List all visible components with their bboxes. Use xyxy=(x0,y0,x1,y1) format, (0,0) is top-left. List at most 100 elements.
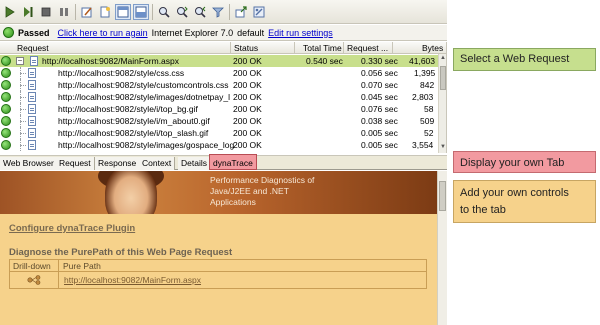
request-time: 0.070 sec xyxy=(361,80,398,90)
request-status: 200 OK xyxy=(233,116,262,126)
panel-scrollbar[interactable] xyxy=(437,171,447,325)
column-drill-down: Drill-down xyxy=(13,261,51,271)
drill-down-icon[interactable] xyxy=(27,275,41,285)
request-status: 200 OK xyxy=(233,104,262,114)
new-document-icon[interactable] xyxy=(97,4,113,20)
page-icon xyxy=(28,128,36,138)
request-url: http://localhost:9082/style/images/gospa… xyxy=(58,140,235,150)
table-row[interactable]: http://localhost:9082/style/images/gospa… xyxy=(0,139,438,151)
purepath-link[interactable]: http://localhost:9082/MainForm.aspx xyxy=(64,275,201,285)
diagnose-heading: Diagnose the PurePath of this Web Page R… xyxy=(9,247,233,258)
search-next-icon[interactable] xyxy=(174,4,190,20)
grid-scrollbar[interactable]: ▲ ▼ xyxy=(438,54,446,153)
request-url: http://localhost:9082/style/customcontro… xyxy=(58,80,229,90)
export-icon[interactable] xyxy=(233,4,249,20)
column-bytes[interactable]: Bytes xyxy=(422,43,443,53)
grid-header: Request Status Total Time Request ... By… xyxy=(0,42,446,54)
tab-dynatrace[interactable]: dynaTrace xyxy=(209,154,257,170)
column-request[interactable]: Request xyxy=(17,43,49,53)
page-icon xyxy=(28,104,36,114)
filter-icon[interactable] xyxy=(210,4,226,20)
scroll-down-icon[interactable]: ▼ xyxy=(440,144,446,152)
settings-icon[interactable] xyxy=(251,4,267,20)
tree-line xyxy=(20,121,26,122)
tagline-line: Performance Diagnostics of xyxy=(210,175,315,185)
purepath-table: Drill-down Pure Path http://localhost:90… xyxy=(9,259,427,289)
tree-line xyxy=(20,73,26,74)
passed-status-icon xyxy=(3,27,14,38)
run-again-link[interactable]: Click here to run again xyxy=(58,28,148,38)
page-icon xyxy=(28,80,36,90)
tab-details[interactable]: Details xyxy=(178,157,211,170)
pause-icon[interactable] xyxy=(56,4,72,20)
column-divider xyxy=(58,260,59,288)
callout-select-request: Select a Web Request xyxy=(453,48,596,71)
toolbar xyxy=(0,0,447,24)
page-icon xyxy=(28,92,36,102)
request-time: 0.330 sec xyxy=(361,56,398,66)
request-bytes: 509 xyxy=(420,116,435,126)
success-icon xyxy=(1,56,11,66)
table-row[interactable]: http://localhost:9082/style/customcontro… xyxy=(0,79,438,91)
callout-line: to the tab xyxy=(460,204,506,216)
request-time: 0.076 sec xyxy=(361,104,398,114)
column-divider[interactable] xyxy=(343,42,344,54)
column-divider[interactable] xyxy=(392,42,393,54)
scroll-up-icon[interactable]: ▲ xyxy=(440,55,446,63)
table-row[interactable]: http://localhost:9082/style/i/top_slash.… xyxy=(0,127,438,139)
scroll-thumb[interactable] xyxy=(439,181,446,211)
collapse-toggle-icon[interactable]: − xyxy=(16,57,24,65)
request-time: 0.045 sec xyxy=(361,92,398,102)
request-url: http://localhost:9082/style/images/dotne… xyxy=(58,92,230,102)
request-time: 0.038 sec xyxy=(361,116,398,126)
banner-photo xyxy=(105,171,157,214)
column-request-time[interactable]: Request ... xyxy=(347,43,388,53)
run-status-bar: Passed Click here to run again Internet … xyxy=(0,25,447,41)
stop-icon[interactable] xyxy=(38,4,54,20)
column-total-time[interactable]: Total Time xyxy=(303,43,342,53)
tab-bar: Web Browser Request Response Context Det… xyxy=(0,154,447,170)
table-row[interactable]: http://localhost:9082/style/i/top_bg.gif… xyxy=(0,103,438,115)
tab-web-browser[interactable]: Web Browser xyxy=(0,157,58,170)
tree-line xyxy=(20,145,26,146)
banner-tagline: Performance Diagnostics of Java/J2EE and… xyxy=(210,175,350,208)
table-row-selected[interactable]: − http://localhost:9082/MainForm.aspx 20… xyxy=(0,55,438,67)
table-row[interactable]: http://localhost:9082/style/css.css 200 … xyxy=(0,67,438,79)
view-split-icon[interactable] xyxy=(133,3,149,20)
success-icon xyxy=(1,116,11,126)
request-url: http://localhost:9082/style/i/top_slash.… xyxy=(58,128,209,138)
step-icon[interactable] xyxy=(20,4,36,20)
configure-plugin-link[interactable]: Configure dynaTrace Plugin xyxy=(9,223,135,234)
search-icon[interactable] xyxy=(156,4,172,20)
column-status[interactable]: Status xyxy=(234,43,258,53)
tree-line xyxy=(20,133,26,134)
column-pure-path: Pure Path xyxy=(63,261,101,271)
success-icon xyxy=(1,140,11,150)
success-icon xyxy=(1,92,11,102)
page-icon xyxy=(28,68,36,78)
request-bytes: 2,803 xyxy=(412,92,434,102)
search-prev-icon[interactable] xyxy=(192,4,208,20)
table-row[interactable]: http://localhost:9082/style/images/dotne… xyxy=(0,91,438,103)
view-list-icon[interactable] xyxy=(115,3,131,20)
tab-request[interactable]: Request xyxy=(56,157,95,170)
success-icon xyxy=(1,68,11,78)
edit-run-settings-link[interactable]: Edit run settings xyxy=(268,28,333,38)
page-icon xyxy=(30,56,38,66)
profile-label: default xyxy=(237,27,265,38)
tree-line xyxy=(20,109,26,110)
tab-context[interactable]: Context xyxy=(139,157,176,170)
tree-line xyxy=(20,85,26,86)
request-bytes: 58 xyxy=(424,104,434,114)
scroll-thumb[interactable] xyxy=(440,66,446,90)
column-divider[interactable] xyxy=(230,42,231,54)
play-icon[interactable] xyxy=(2,4,18,20)
page-icon xyxy=(28,140,36,150)
edit-icon[interactable] xyxy=(79,4,95,20)
table-row[interactable]: http://localhost:9082/style/i/m_about0.g… xyxy=(0,115,438,127)
page-icon xyxy=(28,116,36,126)
tab-response[interactable]: Response xyxy=(95,157,141,170)
request-bytes: 842 xyxy=(420,80,435,90)
column-divider[interactable] xyxy=(294,42,295,54)
tagline-line: Java/J2EE and .NET xyxy=(210,186,289,196)
